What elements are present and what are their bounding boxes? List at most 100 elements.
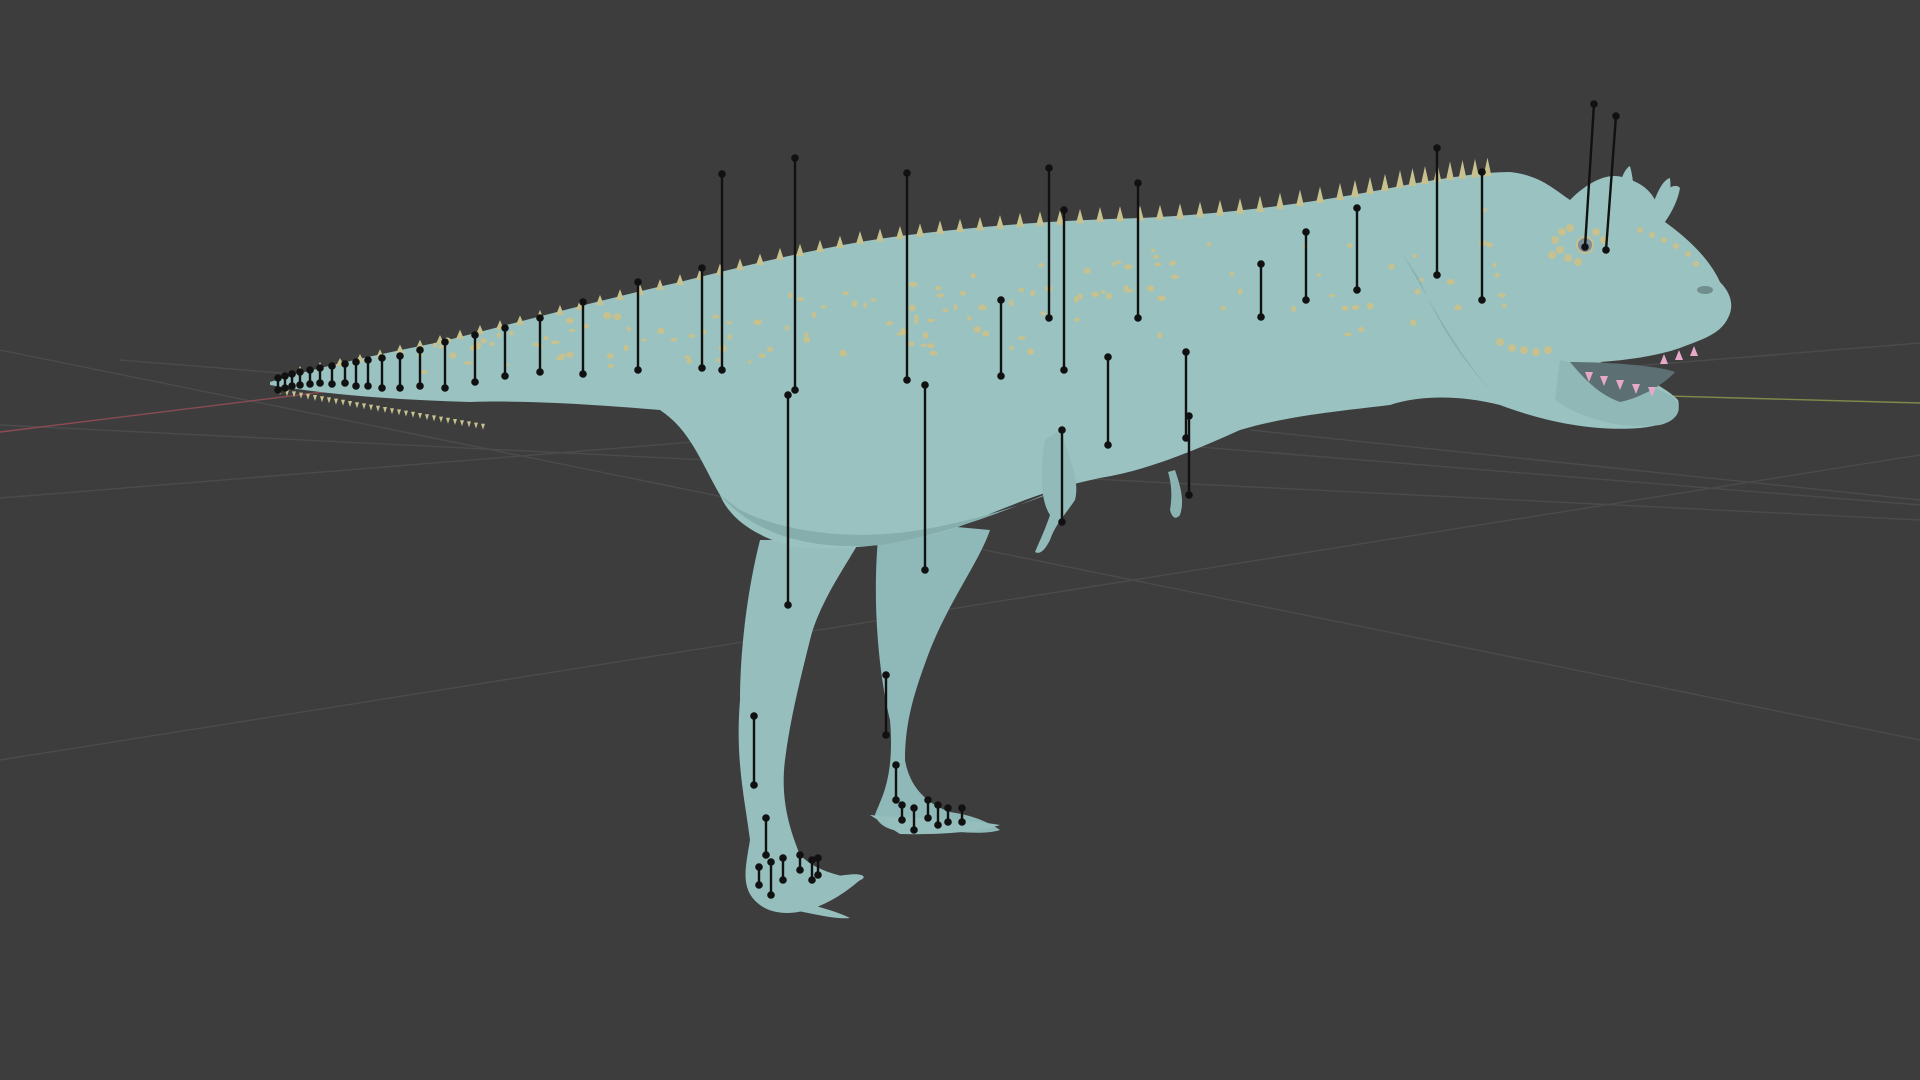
bone-joint[interactable] [1185,412,1193,420]
bone-joint[interactable] [944,804,952,812]
bone-joint[interactable] [718,170,726,178]
bone-joint[interactable] [1182,348,1190,356]
bone-joint[interactable] [1433,144,1441,152]
bone-joint[interactable] [755,881,763,889]
bone-joint[interactable] [296,368,304,376]
bone-joint[interactable] [750,712,758,720]
bone-joint[interactable] [352,358,360,366]
bone-joint[interactable] [1045,314,1053,322]
bone-joint[interactable] [750,781,758,789]
bone-joint[interactable] [1134,314,1142,322]
bone-joint[interactable] [341,360,349,368]
bone-joint[interactable] [903,376,911,384]
bone-joint[interactable] [288,370,296,378]
bone-joint[interactable] [579,370,587,378]
bone-joint[interactable] [698,264,706,272]
bone-joint[interactable] [997,372,1005,380]
bone-joint[interactable] [501,372,509,380]
bone-joint[interactable] [1602,246,1610,254]
bone-joint[interactable] [501,324,509,332]
bone-joint[interactable] [882,731,890,739]
bone-joint[interactable] [892,796,900,804]
bone-joint[interactable] [934,821,942,829]
bone-joint[interactable] [698,364,706,372]
bone-joint[interactable] [341,379,349,387]
bone-joint[interactable] [328,362,336,370]
bone-joint[interactable] [762,851,770,859]
bone-joint[interactable] [396,384,404,392]
bone-joint[interactable] [924,814,932,822]
bone-joint[interactable] [471,331,479,339]
3d-viewport[interactable] [0,0,1920,1080]
bone-joint[interactable] [1060,366,1068,374]
bone-joint[interactable] [1185,491,1193,499]
bone-joint[interactable] [296,381,304,389]
bone-joint[interactable] [808,856,816,864]
bone-joint[interactable] [1590,100,1598,108]
bone-joint[interactable] [910,804,918,812]
bone-joint[interactable] [898,801,906,809]
bone-joint[interactable] [779,876,787,884]
bone-joint[interactable] [1060,206,1068,214]
bone-joint[interactable] [1478,168,1486,176]
bone-joint[interactable] [328,380,336,388]
bone-joint[interactable] [1104,441,1112,449]
bone-joint[interactable] [791,154,799,162]
bone-joint[interactable] [1302,296,1310,304]
bone-joint[interactable] [416,346,424,354]
bone-joint[interactable] [441,384,449,392]
bone-joint[interactable] [1612,112,1620,120]
bone-joint[interactable] [1353,286,1361,294]
bone-joint[interactable] [274,386,282,394]
bone-joint[interactable] [416,382,424,390]
bone-joint[interactable] [767,891,775,899]
bone-joint[interactable] [882,671,890,679]
bone-joint[interactable] [396,352,404,360]
bone-joint[interactable] [791,386,799,394]
bone-joint[interactable] [910,826,918,834]
bone-joint[interactable] [316,364,324,372]
bone-joint[interactable] [378,384,386,392]
bone-joint[interactable] [934,801,942,809]
bone-joint[interactable] [784,601,792,609]
bone-joint[interactable] [536,368,544,376]
bone-joint[interactable] [352,382,360,390]
bone-joint[interactable] [378,354,386,362]
bone-joint[interactable] [924,796,932,804]
bone-joint[interactable] [281,372,289,380]
bone-joint[interactable] [1581,243,1589,251]
bone-joint[interactable] [1302,228,1310,236]
bone-joint[interactable] [364,382,372,390]
bone-joint[interactable] [1058,426,1066,434]
bone-joint[interactable] [316,379,324,387]
bone-joint[interactable] [796,866,804,874]
bone-joint[interactable] [1104,353,1112,361]
bone-joint[interactable] [281,384,289,392]
bone-joint[interactable] [634,366,642,374]
bone-joint[interactable] [892,761,900,769]
bone-joint[interactable] [1257,313,1265,321]
bone-joint[interactable] [1353,204,1361,212]
bone-joint[interactable] [1257,260,1265,268]
bone-joint[interactable] [471,378,479,386]
bone-joint[interactable] [921,381,929,389]
bone-joint[interactable] [579,298,587,306]
bone-joint[interactable] [767,858,775,866]
bone-joint[interactable] [441,338,449,346]
bone-joint[interactable] [1478,296,1486,304]
bone-joint[interactable] [808,876,816,884]
bone-joint[interactable] [784,391,792,399]
bone-joint[interactable] [274,374,282,382]
bone-joint[interactable] [306,366,314,374]
bone-joint[interactable] [944,818,952,826]
bone-joint[interactable] [779,854,787,862]
bone-joint[interactable] [898,816,906,824]
bone-joint[interactable] [1045,164,1053,172]
bone-joint[interactable] [921,566,929,574]
bone-joint[interactable] [364,356,372,364]
bone-joint[interactable] [1433,271,1441,279]
bone-joint[interactable] [958,804,966,812]
bone-joint[interactable] [814,854,822,862]
bone-joint[interactable] [903,169,911,177]
bone-joint[interactable] [288,382,296,390]
